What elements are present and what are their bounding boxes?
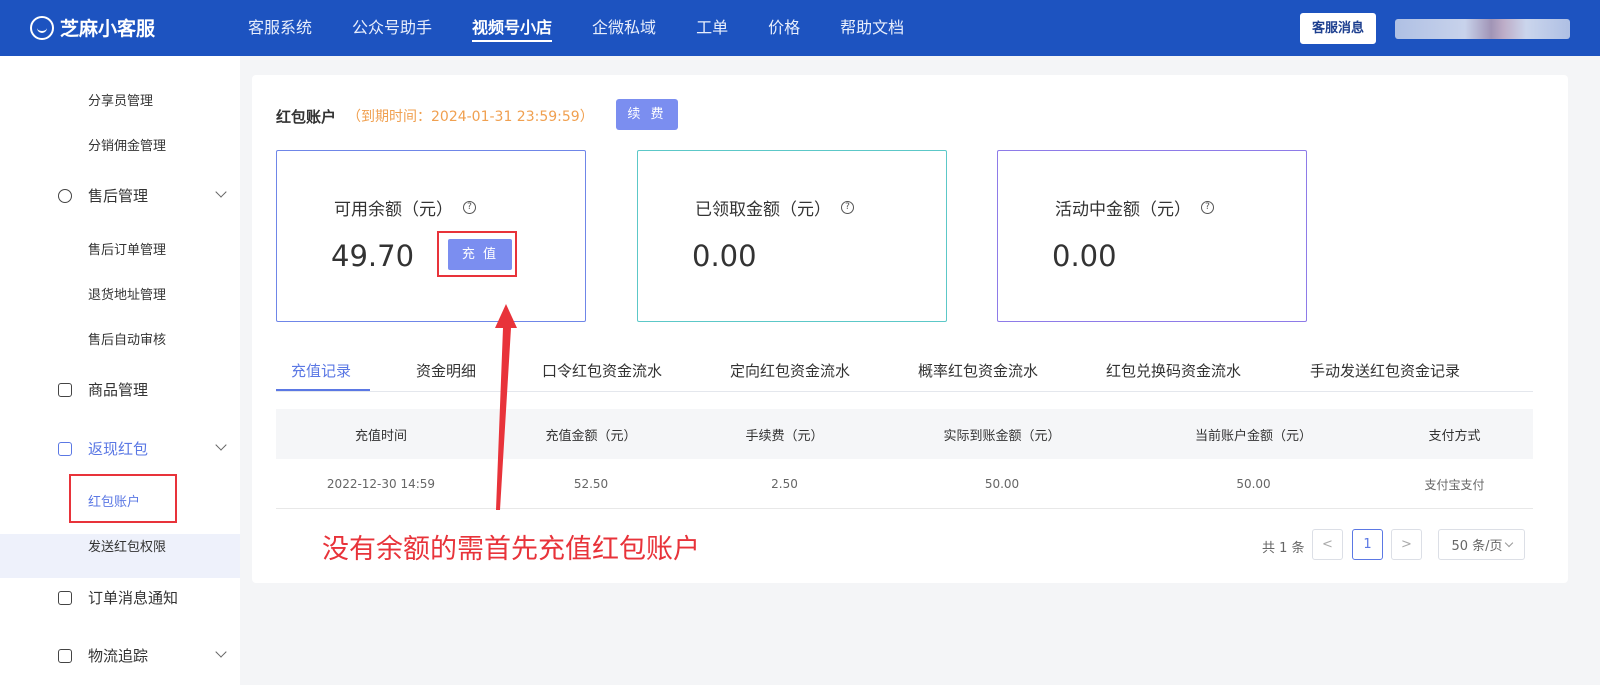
card-label: 可用余额（元） ? [334,195,476,220]
annotation-text: 没有余额的需首先充值红包账户 [322,534,700,565]
sidebar-item-return-address[interactable]: 退货地址管理 [88,284,166,303]
card-label-text: 可用余额（元） [334,200,453,220]
table-cell: 52.50 [573,477,609,491]
card-label-text: 已领取金额（元） [695,200,831,220]
card-value: 0.00 [692,239,757,273]
app-logo[interactable]: 芝麻小客服 [30,14,155,41]
table-cell: 支付宝支付 [1424,477,1485,492]
pagination-total: 共 1 条 [1262,541,1305,556]
card-label: 活动中金额（元） ? [1055,195,1214,220]
tab-probability-redpacket-flow[interactable]: 概率红包资金流水 [918,360,1038,381]
card-value: 49.70 [331,239,415,273]
card-value: 0.00 [1052,239,1117,273]
nav-item-pricing[interactable]: 价格 [768,0,800,56]
sidebar-group-products[interactable]: 商品管理 [58,379,148,400]
shield-icon [58,188,72,203]
main-nav: 客服系统 公众号助手 视频号小店 企微私域 工单 价格 帮助文档 [248,0,944,56]
sidebar-item-auto-review[interactable]: 售后自动审核 [88,329,166,348]
logo-text: 芝麻小客服 [60,18,156,40]
page-title: 红包账户 [276,108,337,126]
redpacket-icon [58,441,72,456]
page-size-value: 50 条/页 [1451,539,1503,554]
column-header: 当前账户金额（元） [1194,428,1312,444]
table-cell: 2022-12-30 14:59 [326,477,436,491]
annotation-highlight-box [69,474,177,523]
column-header: 手续费（元） [745,428,824,444]
column-header: 充值金额（元） [545,428,637,444]
nav-item-wecom[interactable]: 企微私域 [592,0,656,56]
sidebar-item-after-sales-orders[interactable]: 售后订单管理 [88,239,166,258]
tab-recharge-records[interactable]: 充值记录 [291,360,351,381]
sidebar-item-commission-management[interactable]: 分销佣金管理 [88,135,166,154]
prev-page-button[interactable]: < [1312,529,1343,560]
nav-item-help-docs[interactable]: 帮助文档 [840,0,904,56]
nav-item-official-account[interactable]: 公众号助手 [352,0,432,56]
page-number-button[interactable]: 1 [1352,529,1383,560]
renew-button[interactable]: 续 费 [616,99,678,130]
customer-message-button[interactable]: 客服消息 [1300,13,1377,44]
table-row: 2022-12-30 14:59 52.50 2.50 50.00 50.00 … [276,460,1533,509]
sidebar-group-order-notification[interactable]: 订单消息通知 [58,587,178,608]
tab-fund-details[interactable]: 资金明细 [416,360,476,381]
help-icon[interactable]: ? [1201,201,1214,214]
tab-manual-send-records[interactable]: 手动发送红包资金记录 [1310,360,1460,381]
sidebar-item-send-permission[interactable]: 发送红包权限 [88,536,166,555]
column-header: 实际到账金额（元） [943,428,1061,444]
card-label-text: 活动中金额（元） [1055,200,1191,220]
user-account-blurred[interactable] [1395,19,1570,39]
nav-item-ticket[interactable]: 工单 [696,0,728,56]
claimed-amount-card: 已领取金额（元） ? 0.00 [637,150,947,322]
box-icon [58,382,72,397]
sidebar-item-sharer-management[interactable]: 分享员管理 [88,90,153,109]
column-header: 支付方式 [1428,428,1481,444]
clipboard-icon [58,590,72,605]
table-cell: 50.00 [984,477,1020,491]
tab-targeted-redpacket-flow[interactable]: 定向红包资金流水 [730,360,850,381]
sidebar-group-label: 物流追踪 [88,647,149,665]
active-tab-indicator [276,389,370,391]
table-header: 充值时间 充值金额（元） 手续费（元） 实际到账金额（元） 当前账户金额（元） … [276,409,1533,459]
sidebar-group-cashback-redpacket[interactable]: 返现红包 [58,438,148,459]
tab-password-redpacket-flow[interactable]: 口令红包资金流水 [542,360,662,381]
table-cell: 50.00 [1236,477,1271,491]
expiry-time: （到期时间：2024-01-31 23:59:59） [347,109,594,125]
tab-redeem-code-flow[interactable]: 红包兑换码资金流水 [1106,360,1241,381]
sidebar-group-label: 返现红包 [88,440,149,458]
truck-icon [58,648,72,663]
help-icon[interactable]: ? [841,201,854,214]
nav-item-video-shop[interactable]: 视频号小店 [472,0,553,56]
chat-smile-icon [30,15,54,40]
sidebar-group-label: 商品管理 [88,381,149,399]
top-navigation-bar: 芝麻小客服 客服系统 公众号助手 视频号小店 企微私域 工单 价格 帮助文档 客… [0,0,1600,56]
sidebar-group-label: 订单消息通知 [88,589,179,607]
next-page-button[interactable]: > [1391,529,1422,560]
help-icon[interactable]: ? [463,201,476,214]
page-size-select[interactable]: 50 条/页 [1438,529,1525,560]
sidebar-group-label: 售后管理 [88,187,149,205]
table-cell: 2.50 [771,477,798,491]
sidebar-group-logistics[interactable]: 物流追踪 [58,645,148,666]
chevron-down-icon [1504,538,1513,547]
annotation-highlight-box [437,231,517,277]
card-label: 已领取金额（元） ? [695,195,854,220]
sidebar-group-after-sales[interactable]: 售后管理 [58,185,148,206]
available-balance-card: 可用余额（元） ? 49.70 [276,150,586,322]
active-amount-card: 活动中金额（元） ? 0.00 [997,150,1307,322]
column-header: 充值时间 [354,428,407,444]
nav-item-customer-service[interactable]: 客服系统 [248,0,312,56]
